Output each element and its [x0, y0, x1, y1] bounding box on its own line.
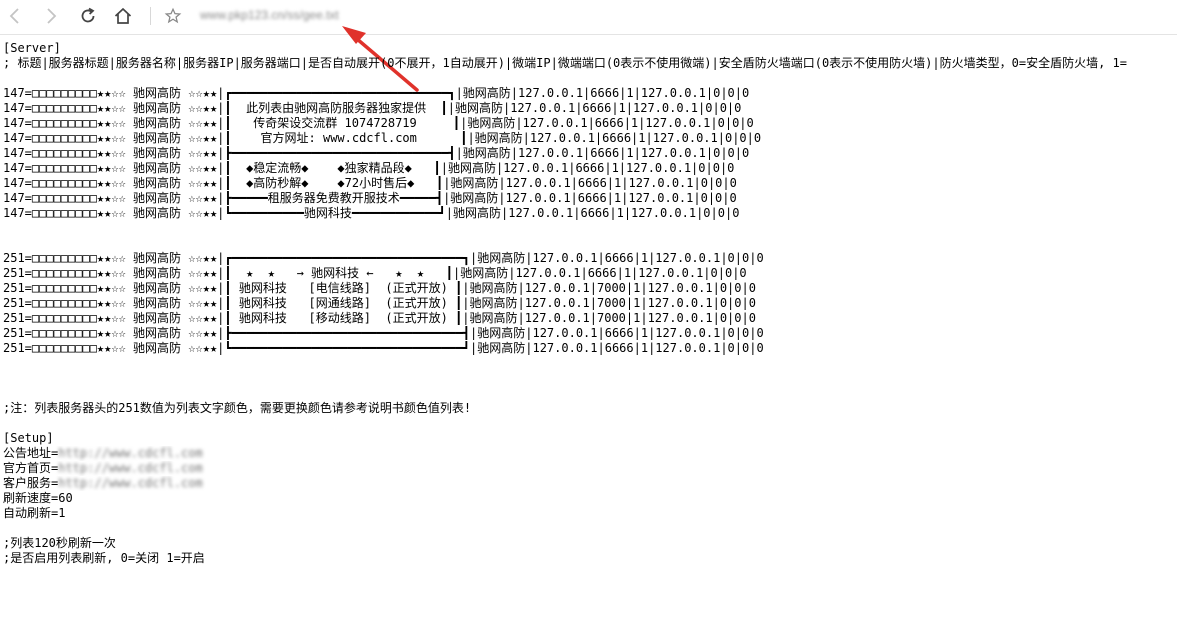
- refresh-toggle-comment: ;是否启用列表刷新, 0=关闭 1=开启: [3, 551, 205, 565]
- server-line: 147=□□□□□□□□□★★☆☆ 驰网高防 ☆☆★★|┣━━━━━━━━━━━…: [3, 146, 750, 160]
- setup-line: 刷新速度=60: [3, 491, 73, 505]
- browser-toolbar: www.pkp123.cn/ss/gee.txt: [0, 0, 1177, 35]
- refresh-comment: ;列表120秒刷新一次: [3, 536, 116, 550]
- toolbar-divider: [150, 7, 151, 25]
- setup-line: 客户服务=http://www.cdcfl.com: [3, 476, 203, 490]
- star-outline-icon: [164, 7, 182, 24]
- bookmark-button[interactable]: [159, 2, 187, 30]
- text-file-content: [Server] ; 标题|服务器标题|服务器名称|服务器IP|服务器端口|是否…: [3, 41, 1177, 566]
- server-line: 147=□□□□□□□□□★★☆☆ 驰网高防 ☆☆★★|┃ 官方网址: www.…: [3, 131, 762, 145]
- chevron-right-icon: [47, 8, 57, 24]
- server-line: 251=□□□□□□□□□★★☆☆ 驰网高防 ☆☆★★|┃ 驰网科技 [电信线路…: [3, 281, 756, 295]
- server-line: 251=□□□□□□□□□★★☆☆ 驰网高防 ☆☆★★|┃ ★ ★ → 驰网科技…: [3, 266, 747, 280]
- setup-line: 自动刷新=1: [3, 506, 66, 520]
- home-icon: [114, 7, 132, 24]
- server-line: 251=□□□□□□□□□★★☆☆ 驰网高防 ☆☆★★|┃ 驰网科技 [网通线路…: [3, 296, 756, 310]
- server-line: 251=□□□□□□□□□★★☆☆ 驰网高防 ☆☆★★|┣━━━━━━━━━━━…: [3, 326, 764, 340]
- server-line: 147=□□□□□□□□□★★☆☆ 驰网高防 ☆☆★★|┃ ◆高防秒解◆ ◆72…: [3, 176, 737, 190]
- server-line: 251=□□□□□□□□□★★☆☆ 驰网高防 ☆☆★★|┗━━━━━━━━━━━…: [3, 341, 764, 355]
- setup-line: 官方首页=http://www.cdcfl.com: [3, 461, 203, 475]
- server-line: 147=□□□□□□□□□★★☆☆ 驰网高防 ☆☆★★|┃ ◆稳定流畅◆ ◆独家…: [3, 161, 735, 175]
- blurred-url: http://www.cdcfl.com: [58, 461, 203, 475]
- setup-line: 公告地址=http://www.cdcfl.com: [3, 446, 203, 460]
- server-line: 147=□□□□□□□□□★★☆☆ 驰网高防 ☆☆★★|┃ 此列表由驰网高防服务…: [3, 101, 742, 115]
- color-note: ;注：列表服务器头的251数值为列表文字颜色，需要更换颜色请参考说明书颜色值列表…: [3, 401, 472, 415]
- server-section-header: [Server]: [3, 41, 61, 55]
- home-button[interactable]: [109, 2, 137, 30]
- reload-button[interactable]: [74, 2, 102, 30]
- server-format-comment: ; 标题|服务器标题|服务器名称|服务器IP|服务器端口|是否自动展开(0不展开…: [3, 56, 1127, 70]
- server-line: 147=□□□□□□□□□★★☆☆ 驰网高防 ☆☆★★|┏━━━━━━━━━━━…: [3, 86, 750, 100]
- chevron-left-icon: [9, 8, 19, 24]
- server-line: 251=□□□□□□□□□★★☆☆ 驰网高防 ☆☆★★|┏━━━━━━━━━━━…: [3, 251, 764, 265]
- address-bar-url[interactable]: www.pkp123.cn/ss/gee.txt: [200, 8, 339, 24]
- back-button[interactable]: [1, 2, 29, 30]
- server-line: 251=□□□□□□□□□★★☆☆ 驰网高防 ☆☆★★|┃ 驰网科技 [移动线路…: [3, 311, 756, 325]
- server-line: 147=□□□□□□□□□★★☆☆ 驰网高防 ☆☆★★|┃ 传奇架设交流群 10…: [3, 116, 754, 130]
- blurred-url: http://www.cdcfl.com: [58, 476, 203, 490]
- forward-button[interactable]: [37, 2, 65, 30]
- server-line: 147=□□□□□□□□□★★☆☆ 驰网高防 ☆☆★★|┣━━━━━租服务器免费…: [3, 191, 737, 205]
- blurred-url: http://www.cdcfl.com: [58, 446, 203, 460]
- setup-section-header: [Setup]: [3, 431, 54, 445]
- server-line: 147=□□□□□□□□□★★☆☆ 驰网高防 ☆☆★★|┗━━━━━━━━━━驰…: [3, 206, 740, 220]
- reload-icon: [81, 7, 95, 23]
